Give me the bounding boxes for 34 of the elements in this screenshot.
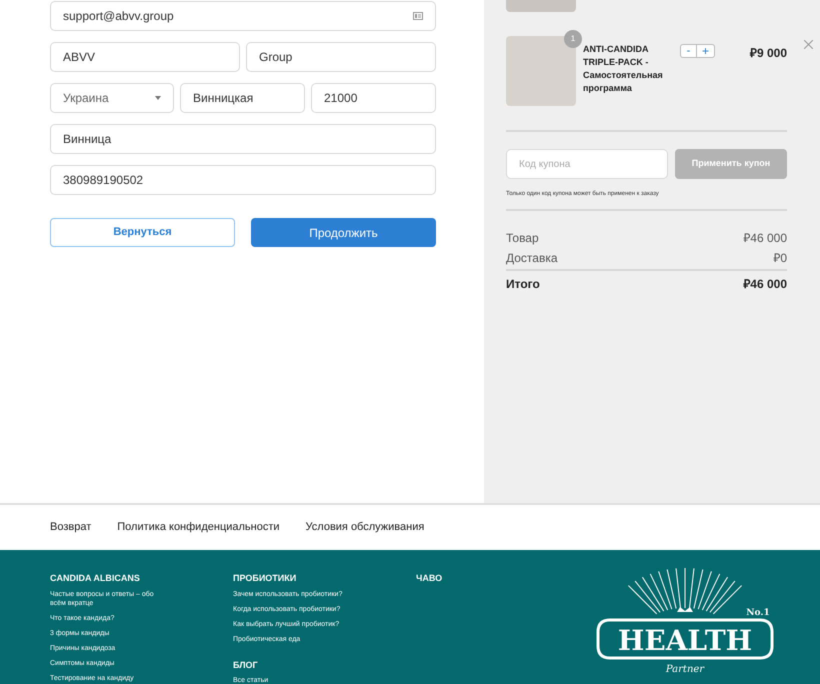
decrease-button[interactable]: - [681, 45, 697, 57]
close-icon[interactable] [804, 40, 813, 49]
name-field[interactable]: ABVV [50, 42, 240, 72]
product-photo [506, 0, 576, 12]
caret-icon [155, 96, 161, 100]
city-field[interactable]: Винница [50, 124, 436, 154]
footer-heading: БЛОГ [233, 658, 259, 672]
quantity-badge: 1 [564, 30, 582, 48]
footer-heading: CANDIDA ALBICANS [50, 572, 141, 585]
footer-heading: ПРОБИОТИКИ [233, 572, 298, 585]
phone-field[interactable]: 380989190502 [50, 165, 436, 195]
total-value: ₽46 000 [743, 230, 787, 247]
total-value: ₽46 000 [743, 276, 787, 293]
footer-link[interactable]: Условия обслуживания [306, 519, 424, 536]
country-select[interactable]: Украина [50, 83, 174, 113]
total-label: Доставка [506, 250, 558, 267]
product-price: ₽9 000 [750, 45, 787, 62]
zip-field[interactable]: 21000 [311, 83, 436, 113]
total-value: ₽0 [773, 250, 787, 267]
name-field[interactable]: Group [246, 42, 436, 72]
continue-button[interactable]: Продолжить [251, 218, 436, 247]
product-title: ANTI-CANDIDA TRIPLE-PACK - Самостоятельная программа [583, 43, 664, 95]
footer-link[interactable]: Возврат [50, 519, 92, 536]
region-field[interactable]: Винницкая [180, 83, 305, 113]
total-label: Итого [506, 276, 540, 293]
footer-link[interactable]: Политика конфиденциальности [117, 519, 280, 536]
total-label: Товар [506, 230, 539, 247]
email-field[interactable]: support@abvv.group [50, 1, 436, 31]
product-photo [506, 36, 576, 106]
increase-button[interactable]: + [697, 45, 714, 57]
contact-card-icon [413, 12, 423, 20]
footer-heading: ЧАВО [416, 572, 444, 585]
back-button[interactable]: Вернуться [50, 218, 235, 247]
health-partner-logo: No.1 HEALTH Partner [592, 566, 778, 678]
